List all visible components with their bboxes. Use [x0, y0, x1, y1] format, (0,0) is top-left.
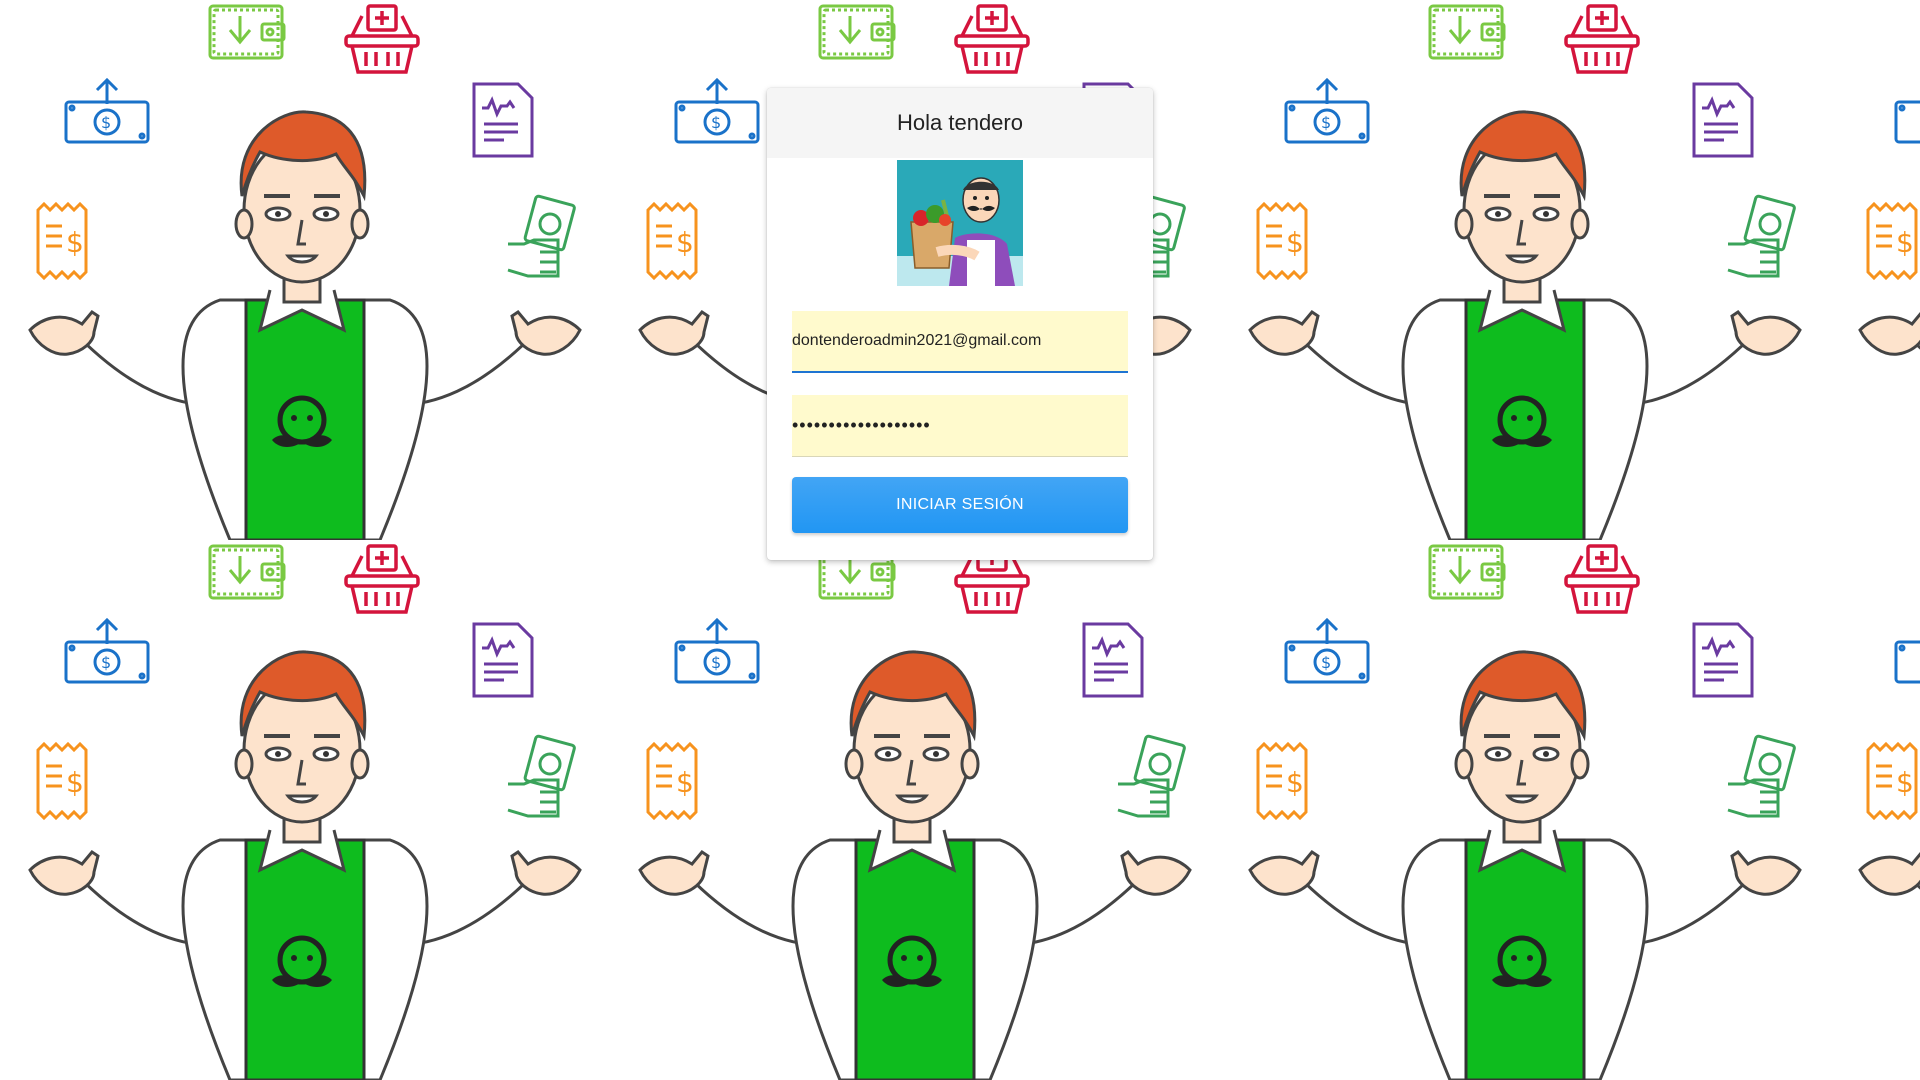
shopkeeper-illustration: [1830, 0, 1920, 540]
avatar-container: [767, 160, 1153, 286]
shopkeeper-illustration: [610, 540, 1220, 1080]
shopkeeper-illustration: [0, 540, 610, 1080]
email-field[interactable]: [792, 311, 1128, 371]
login-title: Hola tendero: [767, 88, 1153, 158]
shopkeeper-illustration: [0, 0, 610, 540]
shopkeeper-illustration: [1830, 540, 1920, 1080]
shopkeeper-illustration: [1220, 0, 1830, 540]
login-button[interactable]: INICIAR SESIÓN: [792, 477, 1128, 533]
password-field-wrapper: [792, 395, 1128, 457]
password-field[interactable]: [792, 395, 1128, 456]
login-card: Hola tendero INICIAR SESIÓN: [767, 88, 1153, 560]
shopkeeper-illustration: [1220, 540, 1830, 1080]
grocer-avatar: [897, 160, 1023, 286]
email-field-wrapper: [792, 311, 1128, 373]
